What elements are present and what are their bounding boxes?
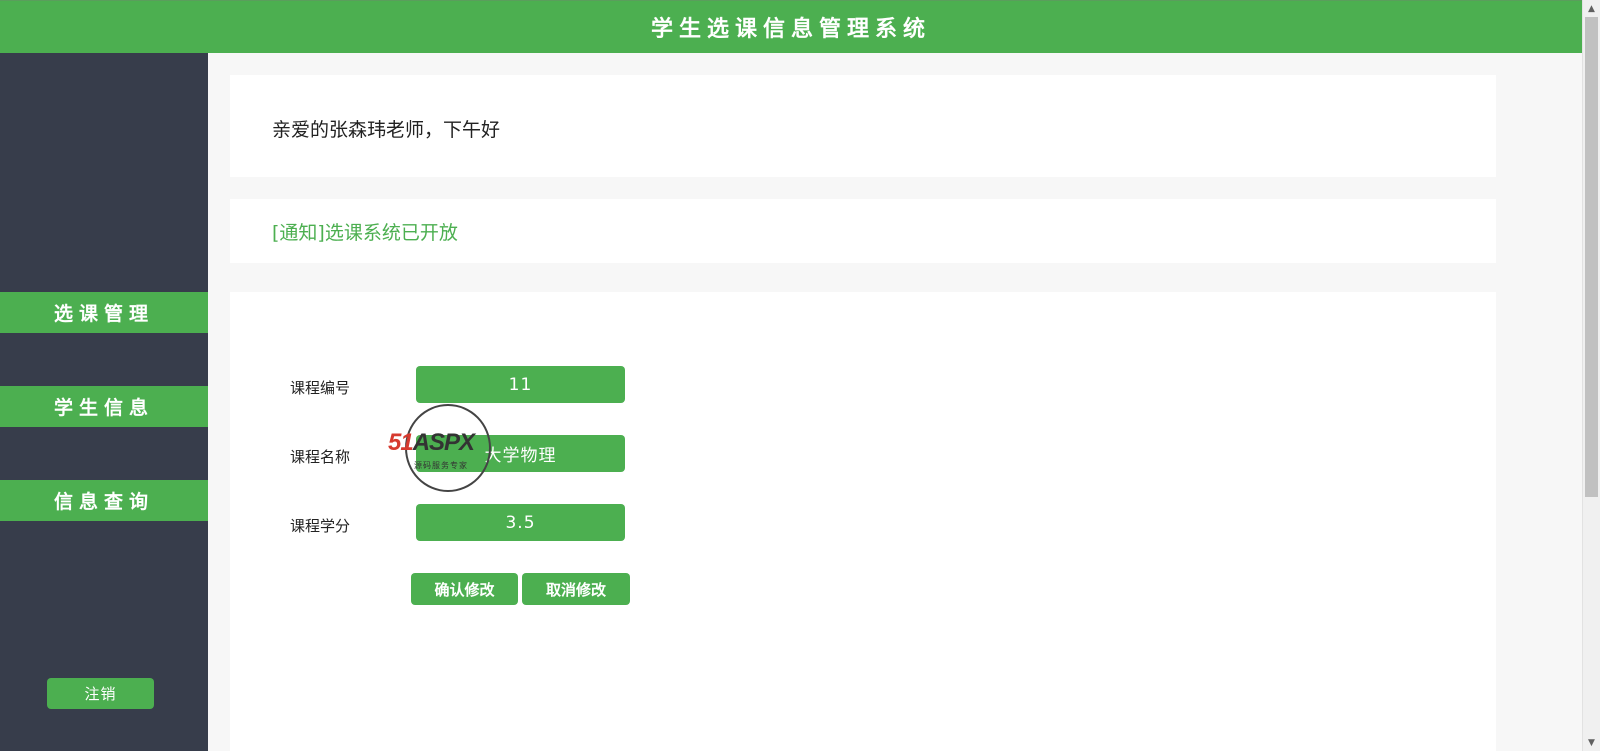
scroll-up-icon[interactable]: ▲ xyxy=(1583,0,1600,17)
scroll-down-icon[interactable]: ▼ xyxy=(1583,734,1600,751)
app-header: 学生选课信息管理系统 xyxy=(0,0,1582,53)
notice-text: [通知]选课系统已开放 xyxy=(272,222,458,244)
course-edit-form: 课程编号 11 课程名称 大学物理 课程学分 3.5 确认修改 取消修改 xyxy=(230,292,1496,751)
logout-button[interactable]: 注销 xyxy=(47,678,154,709)
page: 学生选课信息管理系统 选课管理 学生信息 信息查询 注销 亲爱的张森玮老师，下午… xyxy=(0,0,1600,751)
greeting-card: 亲爱的张森玮老师，下午好 xyxy=(230,75,1496,177)
course-id-field[interactable]: 11 xyxy=(416,366,625,403)
main-content: 亲爱的张森玮老师，下午好 [通知]选课系统已开放 课程编号 11 课程名称 大学… xyxy=(208,53,1582,751)
course-credit-label: 课程学分 xyxy=(290,517,351,535)
app-title: 学生选课信息管理系统 xyxy=(650,17,931,42)
sidebar-item-course-management[interactable]: 选课管理 xyxy=(0,292,208,333)
vertical-scrollbar[interactable]: ▲ ▼ xyxy=(1582,0,1600,751)
notice-card: [通知]选课系统已开放 xyxy=(230,199,1496,263)
confirm-edit-button[interactable]: 确认修改 xyxy=(411,573,518,605)
cancel-edit-button[interactable]: 取消修改 xyxy=(522,573,630,605)
sidebar-item-info-query[interactable]: 信息查询 xyxy=(0,480,208,521)
course-id-label: 课程编号 xyxy=(290,379,351,397)
scroll-thumb[interactable] xyxy=(1585,17,1598,497)
sidebar: 选课管理 学生信息 信息查询 注销 xyxy=(0,53,208,751)
sidebar-item-student-info[interactable]: 学生信息 xyxy=(0,386,208,427)
course-name-field[interactable]: 大学物理 xyxy=(416,435,625,472)
greeting-text: 亲爱的张森玮老师，下午好 xyxy=(272,119,501,141)
course-name-label: 课程名称 xyxy=(290,448,351,466)
course-credit-field[interactable]: 3.5 xyxy=(416,504,625,541)
